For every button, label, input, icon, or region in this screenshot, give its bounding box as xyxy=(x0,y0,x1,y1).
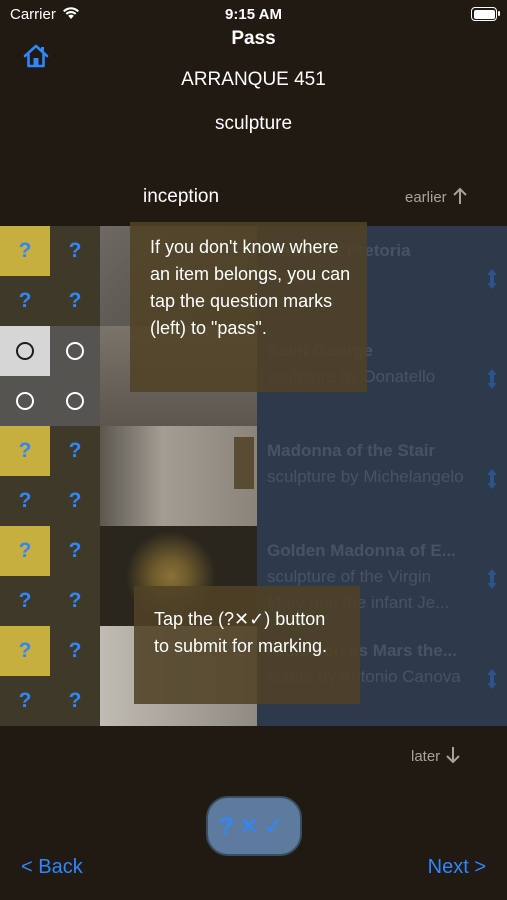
answer-cell[interactable] xyxy=(50,376,100,426)
pass-cell[interactable]: ? xyxy=(50,426,100,476)
later-indicator: later xyxy=(411,746,461,765)
pass-cell[interactable]: ? xyxy=(50,226,100,276)
earlier-label: earlier xyxy=(405,189,447,206)
category-label: sculpture xyxy=(214,113,293,134)
column-label: inception xyxy=(143,186,220,207)
submit-button[interactable]: ?✕✓ xyxy=(206,796,302,856)
back-button[interactable]: < Back xyxy=(21,856,83,879)
pass-tooltip: If you don't know where an item belongs,… xyxy=(130,222,367,392)
tooltip-pointer xyxy=(234,437,254,489)
status-bar: Carrier 9:15 AM xyxy=(0,0,507,28)
circle-icon xyxy=(16,342,34,360)
arrow-up-icon xyxy=(453,187,467,204)
submit-tooltip: Tap the (?✕✓) button to submit for marki… xyxy=(134,586,360,704)
reorder-handle-icon[interactable] xyxy=(485,268,499,290)
reorder-handle-icon[interactable] xyxy=(485,368,499,390)
reorder-handle-icon[interactable] xyxy=(485,468,499,490)
pass-cell[interactable]: ? xyxy=(0,676,50,726)
pass-cell[interactable]: ? xyxy=(0,426,50,476)
next-button[interactable]: Next > xyxy=(428,856,486,879)
puzzle-name: ARRANQUE 451 xyxy=(181,69,326,90)
pass-cell[interactable]: ? xyxy=(50,676,100,726)
pass-cell[interactable]: ? xyxy=(0,476,50,526)
pass-cell[interactable]: ? xyxy=(50,526,100,576)
item-description: sculpture by Michelangelo xyxy=(267,467,464,486)
circle-icon xyxy=(16,392,34,410)
pass-cell[interactable]: ? xyxy=(50,476,100,526)
pass-cell[interactable]: ? xyxy=(0,526,50,576)
item-title: Golden Madonna of E... xyxy=(267,541,456,560)
pass-cell[interactable]: ? xyxy=(0,626,50,676)
earlier-indicator: earlier xyxy=(405,187,467,206)
clock: 9:15 AM xyxy=(225,6,282,23)
answer-cell[interactable] xyxy=(0,326,50,376)
answer-cell[interactable] xyxy=(50,326,100,376)
circle-icon xyxy=(66,392,84,410)
pass-cell[interactable]: ? xyxy=(0,576,50,626)
answer-cell[interactable] xyxy=(0,376,50,426)
later-label: later xyxy=(411,748,441,765)
page-title: Pass xyxy=(231,28,276,49)
arrow-down-icon xyxy=(446,747,461,764)
item-info[interactable]: Madonna of the Stair sculpture by Michel… xyxy=(257,426,507,526)
pass-cell[interactable]: ? xyxy=(0,276,50,326)
circle-icon xyxy=(66,342,84,360)
pass-cell[interactable]: ? xyxy=(50,276,100,326)
pass-cell[interactable]: ? xyxy=(0,226,50,276)
battery-icon xyxy=(471,7,500,21)
reorder-handle-icon[interactable] xyxy=(485,568,499,590)
pass-cell[interactable]: ? xyxy=(50,626,100,676)
item-title: Madonna of the Stair xyxy=(267,441,436,460)
reorder-handle-icon[interactable] xyxy=(485,668,499,690)
pass-cell[interactable]: ? xyxy=(50,576,100,626)
